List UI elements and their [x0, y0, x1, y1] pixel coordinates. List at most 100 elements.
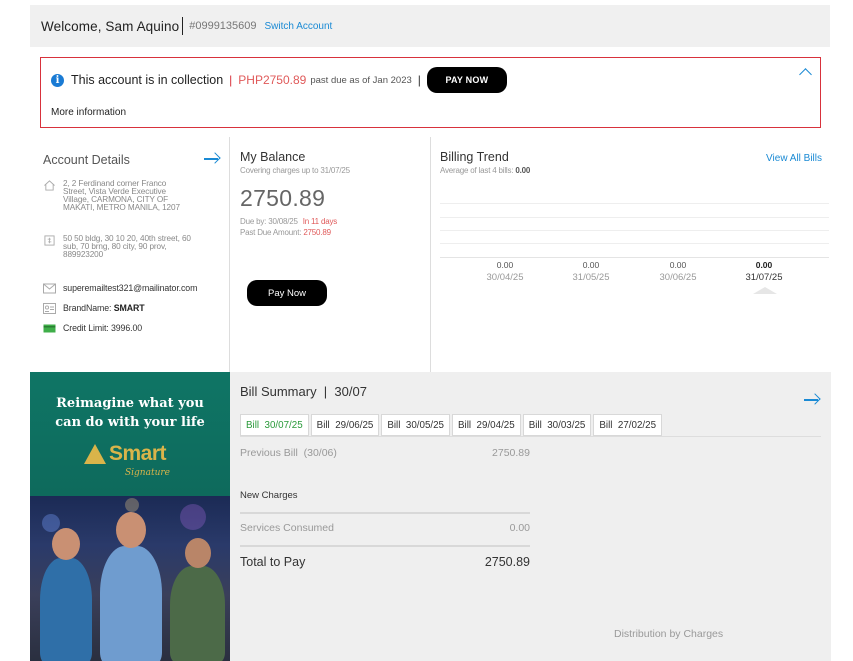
- bill-tab-date: 27/02/25: [617, 419, 657, 431]
- balance-title: My Balance: [240, 150, 306, 164]
- person-figure: [40, 558, 92, 661]
- brand-label: BrandName:: [63, 303, 112, 313]
- trend-date: 30/04/25: [486, 272, 524, 283]
- balance-amount: 2750.89: [240, 185, 326, 211]
- new-charges-heading: New Charges: [240, 490, 298, 501]
- summary-divider: [240, 512, 530, 514]
- bill-tab-label: Bill: [528, 419, 542, 431]
- trend-date: 30/06/25: [659, 272, 697, 283]
- brand-row: BrandName: SMART: [43, 303, 145, 314]
- bill-summary-panel: Bill Summary | 30/07 Bill 30/07/25 Bill …: [230, 372, 831, 661]
- grid-line: [440, 230, 829, 231]
- previous-bill-label: Previous Bill (30/06): [240, 447, 337, 459]
- summary-divider: [240, 545, 530, 547]
- banner-headline-line1: Reimagine what you: [56, 396, 204, 411]
- alert-row: i This account is in collection | PHP275…: [51, 67, 507, 93]
- bill-tab[interactable]: Bill 30/07/25: [240, 414, 309, 436]
- id-card-icon: [43, 303, 56, 314]
- arrow-right-icon[interactable]: [804, 394, 820, 406]
- bill-tab-label: Bill: [246, 419, 260, 431]
- billing-address-text: 50 50 bldg, 30 10 20, 40th street, 60 su…: [63, 234, 191, 259]
- bill-tab-date: 29/04/25: [476, 419, 515, 431]
- services-consumed-row: Services Consumed 0.00: [240, 522, 530, 534]
- bill-tab[interactable]: Bill 29/04/25: [452, 414, 521, 436]
- bill-tab-label: Bill: [458, 419, 472, 431]
- previous-bill-text: Previous Bill: [240, 447, 298, 459]
- smart-logo-icon: [84, 444, 106, 464]
- welcome-text: Welcome, Sam Aquino: [41, 18, 180, 34]
- grid-line: [440, 243, 829, 244]
- chevron-up-icon[interactable]: [799, 68, 812, 81]
- due-in: In 11 days: [302, 217, 338, 226]
- previous-bill-value: 2750.89: [492, 447, 530, 459]
- total-row: Total to Pay 2750.89: [240, 555, 530, 569]
- trend-bar-item[interactable]: 0.00 30/06/25: [648, 260, 708, 283]
- bill-tab[interactable]: Bill 30/05/25: [381, 414, 451, 436]
- trend-bar-item[interactable]: 0.00 30/04/25: [475, 260, 535, 283]
- person-head: [52, 528, 80, 560]
- brand-value: SMART: [113, 303, 145, 313]
- grid-line: [440, 217, 829, 218]
- credit-card-icon: [43, 324, 56, 333]
- overview-panels: Account Details 2, 2 Ferdinand corner Fr…: [30, 137, 831, 372]
- previous-bill-date: (30/06): [303, 447, 337, 459]
- city-light: [42, 514, 60, 532]
- person-figure: [170, 566, 225, 661]
- bill-tab-date: 30/03/25: [547, 419, 586, 431]
- arrow-right-icon[interactable]: [204, 153, 220, 165]
- email-row: superemailtest321@mailinator.com: [43, 283, 197, 294]
- banner-photo: [30, 496, 230, 661]
- bill-tab[interactable]: Bill 27/02/25: [593, 414, 663, 436]
- logo-text: Smart: [109, 442, 167, 465]
- account-number: #0999135609: [189, 20, 257, 32]
- tab-divider: [240, 436, 821, 437]
- more-information-link[interactable]: More information: [51, 107, 126, 118]
- trend-value: 0.00: [755, 260, 773, 270]
- selected-caret-icon: [753, 287, 777, 294]
- overdue-amount: PHP2750.89: [238, 73, 307, 87]
- grid-line: [440, 203, 829, 204]
- promo-banner[interactable]: Reimagine what you can do with your life…: [30, 372, 230, 661]
- brand-text: BrandName: SMART: [63, 303, 145, 313]
- pay-now-button[interactable]: PAY NOW: [426, 67, 507, 93]
- bill-tab-date: 29/06/25: [335, 419, 374, 431]
- due-date: Due by: 30/08/25 In 11 days: [240, 217, 337, 226]
- bill-tabs: Bill 30/07/25 Bill 29/06/25 Bill 30/05/2…: [240, 414, 664, 436]
- bill-summary-date: 30/07: [334, 384, 367, 399]
- bill-tab-date: 30/05/25: [405, 419, 445, 431]
- pay-now-button[interactable]: Pay Now: [247, 280, 327, 306]
- trend-value: 0.00: [496, 260, 514, 270]
- bill-tab[interactable]: Bill 30/03/25: [522, 414, 592, 436]
- account-details-panel: Account Details 2, 2 Ferdinand corner Fr…: [30, 137, 230, 372]
- person-figure: [100, 546, 162, 661]
- trend-value: 0.00: [582, 260, 600, 270]
- house-icon: [44, 180, 55, 191]
- past-due-label: Past Due Amount:: [240, 228, 302, 237]
- person-head: [116, 512, 146, 548]
- bill-summary-label: Bill Summary: [240, 384, 317, 399]
- smart-logo: Smart: [84, 442, 167, 466]
- trend-bar-item[interactable]: 0.00 31/05/25: [561, 260, 621, 283]
- past-due-text: past due as of Jan 2023: [310, 74, 412, 86]
- alert-divider: |: [417, 73, 421, 87]
- total-label: Total to Pay: [240, 555, 306, 569]
- average-label: Average of last 4 bills:: [440, 166, 514, 175]
- trend-bar-item-selected[interactable]: 0.00 31/07/25: [734, 260, 794, 283]
- switch-account-link[interactable]: Switch Account: [265, 21, 333, 32]
- past-due-amount: Past Due Amount: 2750.89: [240, 228, 331, 237]
- header-divider: [182, 17, 184, 35]
- billing-address: 50 50 bldg, 30 10 20, 40th street, 60 su…: [43, 234, 193, 259]
- billing-icon: [44, 235, 55, 246]
- bill-tab[interactable]: Bill 29/06/25: [310, 414, 380, 436]
- bill-tab-date: 30/07/25: [264, 419, 303, 431]
- trend-value: 0.00: [669, 260, 687, 270]
- services-consumed-value: 0.00: [509, 522, 530, 534]
- info-icon: i: [51, 73, 64, 87]
- city-light: [125, 498, 139, 512]
- email-text: superemailtest321@mailinator.com: [63, 283, 198, 293]
- distribution-heading: Distribution by Charges: [614, 628, 724, 640]
- trend-date: 31/07/25: [745, 272, 783, 283]
- view-all-bills-link[interactable]: View All Bills: [766, 153, 822, 164]
- credit-limit-text: Credit Limit: 3996.00: [63, 323, 143, 333]
- due-label: Due by: 30/08/25: [240, 217, 298, 226]
